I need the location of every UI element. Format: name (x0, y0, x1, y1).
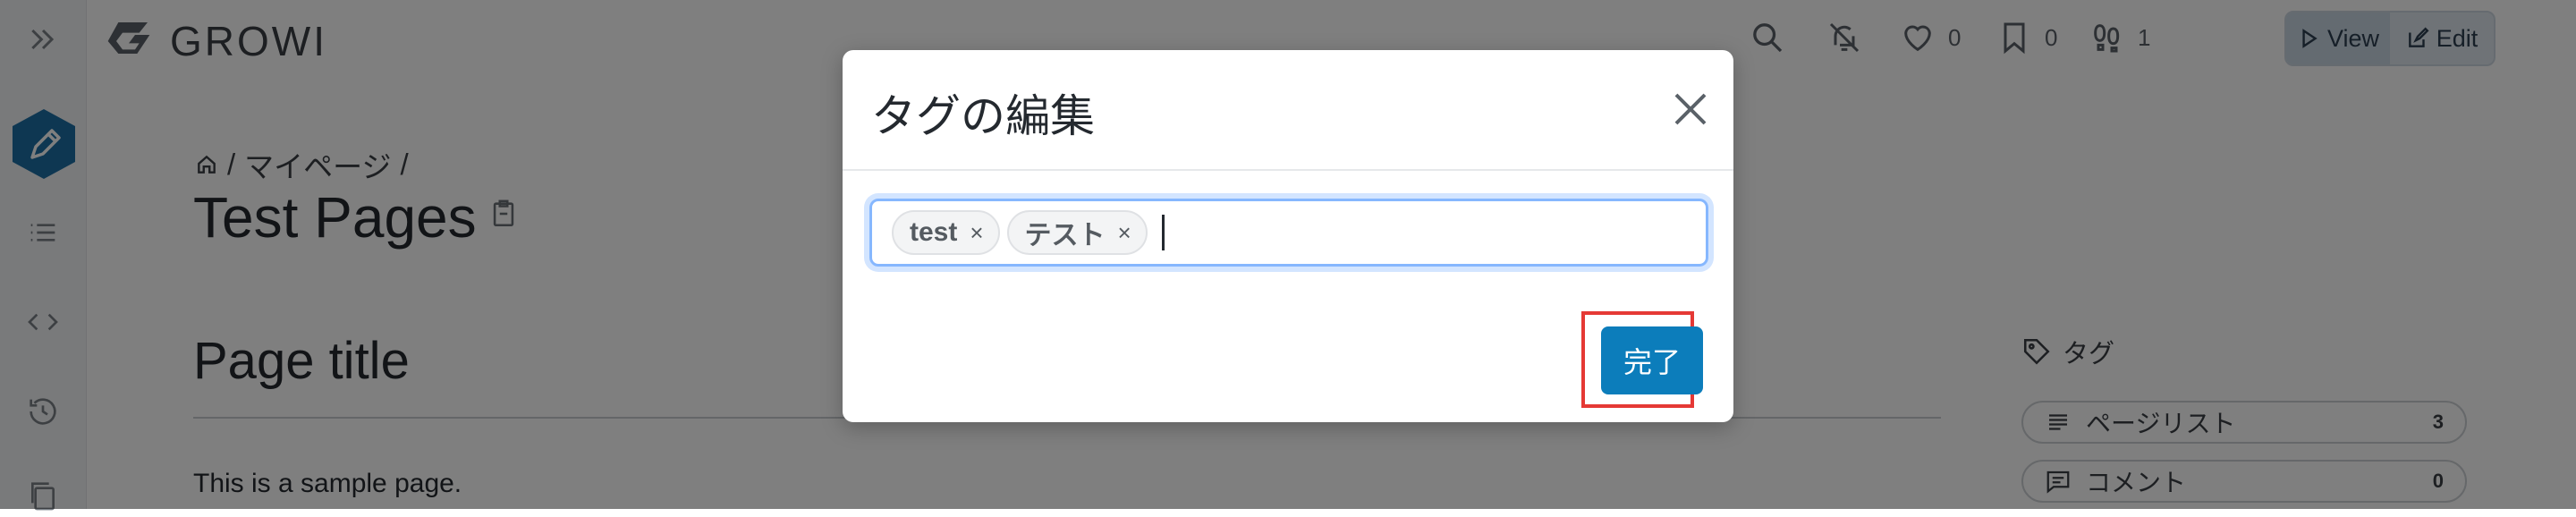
tag-input[interactable]: test × テスト × (869, 199, 1708, 267)
close-button[interactable] (1669, 88, 1712, 131)
tag-chip: test × (892, 210, 1000, 255)
text-caret (1161, 215, 1165, 250)
remove-tag-button[interactable]: × (970, 219, 983, 247)
close-icon (1674, 93, 1707, 125)
modal-header: タグの編集 (843, 50, 1733, 171)
tag-chip: テスト × (1006, 210, 1148, 255)
tag-edit-modal: タグの編集 test × テスト × 完了 (843, 50, 1733, 422)
done-button[interactable]: 完了 (1601, 326, 1703, 394)
tag-chip-label: test (910, 217, 958, 247)
tag-chip-label: テスト (1024, 221, 1106, 250)
modal-title: タグの編集 (871, 91, 1095, 141)
remove-tag-button[interactable]: × (1118, 219, 1131, 247)
